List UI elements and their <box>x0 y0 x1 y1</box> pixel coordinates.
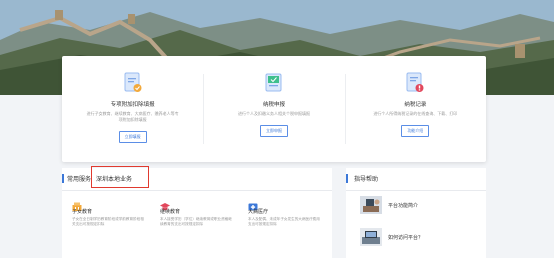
tax-deduction-icon <box>124 72 142 94</box>
card-title: 纳税申报 <box>262 102 285 108</box>
tab-common-services[interactable]: 常用服务 <box>67 174 91 183</box>
quick-services-panel: 专项附加扣除填报 进行子女教育、继续教育、大病医疗、赡养老人等专项附加扣除填报 … <box>62 56 486 162</box>
continuing-education-icon <box>160 196 170 211</box>
children-education-icon <box>72 196 82 211</box>
service-desc: 本人接受学历（学位）继续教育或职业资格继续教育的支出可按规定扣除 <box>160 217 232 227</box>
help-panel: 指导帮助 平台功能简介 如何访问平台？ <box>346 168 486 258</box>
service-title: 继续教育 <box>160 209 181 215</box>
fill-now-button[interactable]: 立即填报 <box>118 131 147 143</box>
highlight-box <box>91 166 149 188</box>
service-desc: 本人及配偶、未成年子女发生的大病医疗费用支出可按规定扣除 <box>248 217 320 227</box>
service-continuing-education[interactable]: 继续教育 本人接受学历（学位）继续教育或职业资格继续教育的支出可按规定扣除 <box>150 196 232 227</box>
feature-intro-button[interactable]: 功能介绍 <box>401 125 430 137</box>
service-title: 子女教育 <box>72 209 93 215</box>
tax-record-icon <box>406 72 424 94</box>
help-item-label: 如何访问平台？ <box>388 235 424 241</box>
how-to-access-thumbnail <box>360 228 382 246</box>
service-title: 大病医疗 <box>248 209 269 215</box>
card-desc: 进行子女教育、继续教育、大病医疗、赡养老人等专项附加扣除填报 <box>86 111 179 122</box>
help-item-how-to-access[interactable]: 如何访问平台？ <box>360 228 480 250</box>
card-tax-record: 纳税记录 进行个人所得纳税记录的在线查询、下载、打印 功能介绍 <box>344 56 486 162</box>
tax-declaration-icon <box>265 72 283 94</box>
medical-icon <box>248 196 258 211</box>
card-title: 纳税记录 <box>404 102 427 108</box>
help-item-platform-intro[interactable]: 平台功能简介 <box>360 196 480 218</box>
tab-indicator <box>62 174 64 183</box>
service-desc: 子女在全日制学历教育阶段或学前教育阶段相关支出可按规定扣除 <box>72 217 144 227</box>
service-serious-illness[interactable]: 大病医疗 本人及配偶、未成年子女发生的大病医疗费用支出可按规定扣除 <box>238 196 320 227</box>
help-indicator <box>346 174 348 183</box>
services-tabbar: 常用服务 深圳本地业务 <box>62 166 332 191</box>
declare-now-button[interactable]: 立即申报 <box>259 125 288 137</box>
card-tax-declaration: 纳税申报 进行个人及扣缴义务人相关个税申报填报 立即申报 <box>203 56 344 162</box>
card-special-deduction: 专项附加扣除填报 进行子女教育、继续教育、大病医疗、赡养老人等专项附加扣除填报 … <box>62 56 203 162</box>
service-children-education[interactable]: 子女教育 子女在全日制学历教育阶段或学前教育阶段相关支出可按规定扣除 <box>62 196 144 227</box>
help-title: 指导帮助 <box>354 176 379 183</box>
help-item-label: 平台功能简介 <box>388 203 419 209</box>
platform-intro-thumbnail <box>360 196 382 214</box>
card-title: 专项附加扣除填报 <box>110 102 155 108</box>
services-panel: 常用服务 深圳本地业务 子女教育 子女在全日制学历教育阶段或学前教育阶段相关支出… <box>62 166 332 258</box>
